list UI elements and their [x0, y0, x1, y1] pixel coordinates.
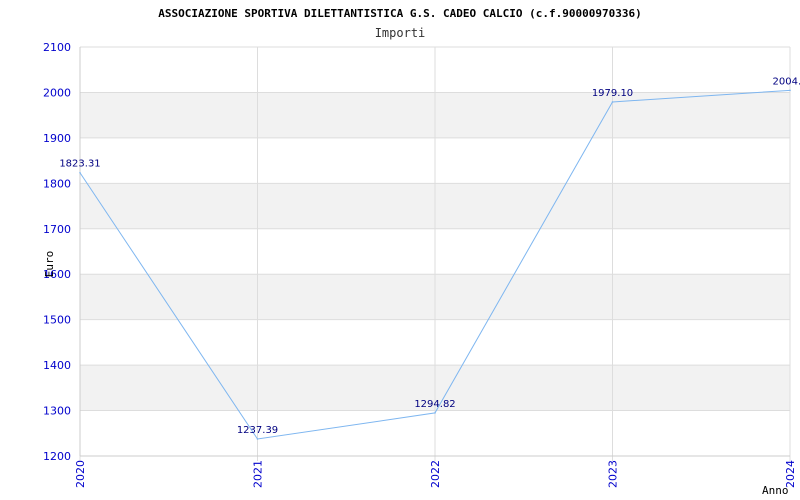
- data-point: [256, 438, 259, 440]
- x-tick-label: 2021: [252, 460, 265, 488]
- chart-title: ASSOCIAZIONE SPORTIVA DILETTANTISTICA G.…: [158, 7, 641, 20]
- data-point: [79, 171, 81, 174]
- data-label: 1294.82: [414, 399, 455, 410]
- x-tick-label: 2023: [607, 460, 620, 488]
- data-point: [611, 101, 614, 103]
- data-label: 1237.39: [237, 425, 278, 436]
- y-tick-label: 1900: [43, 132, 71, 145]
- y-tick-label: 1800: [43, 177, 71, 190]
- data-label: 2004.6: [773, 76, 800, 87]
- data-label: 1979.10: [592, 88, 633, 99]
- data-point: [434, 412, 436, 414]
- y-tick-label: 1500: [43, 314, 71, 327]
- y-tick-label: 1300: [43, 405, 71, 418]
- x-tick-label: 2020: [74, 460, 87, 488]
- x-tick-labels: 2020 2021 2022 2023 2024: [74, 460, 797, 488]
- y-tick-label: 1200: [43, 450, 71, 463]
- y-axis-title: Euro: [43, 251, 56, 278]
- data-point: [789, 89, 791, 92]
- data-label: 1823.31: [59, 159, 100, 170]
- y-tick-label: 2000: [43, 86, 71, 99]
- x-axis-title: Anno: [762, 484, 789, 497]
- y-tick-label: 2100: [43, 41, 71, 54]
- line-chart: 1200130014001500160017001800190020002100…: [43, 7, 800, 497]
- x-tick-label: 2022: [429, 460, 442, 488]
- y-tick-label: 1700: [43, 223, 71, 236]
- y-tick-label: 1400: [43, 359, 71, 372]
- chart-subtitle: Importi: [375, 26, 426, 40]
